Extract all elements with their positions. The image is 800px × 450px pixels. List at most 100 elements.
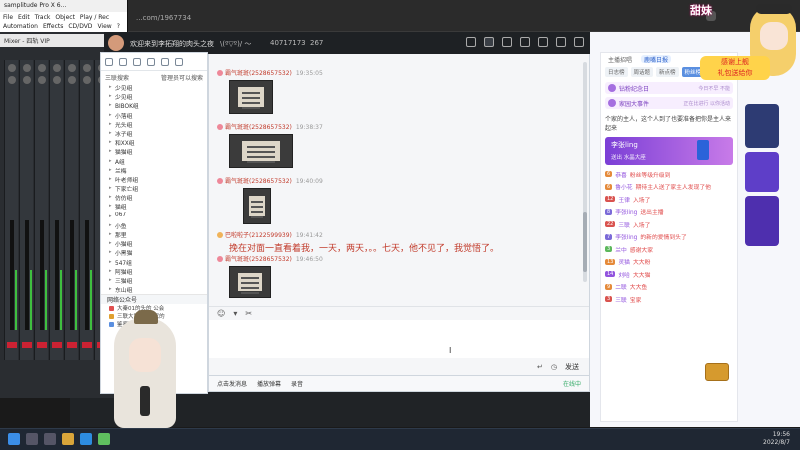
- knob-icon[interactable]: [52, 64, 61, 72]
- group-item[interactable]: A组: [101, 157, 207, 166]
- message-image[interactable]: [229, 80, 273, 114]
- promo-card[interactable]: [745, 196, 779, 246]
- knob-icon[interactable]: [22, 64, 31, 72]
- knob-icon[interactable]: [67, 64, 76, 72]
- record-button[interactable]: [82, 342, 92, 348]
- danmaku-row[interactable]: 6 恭喜 粉丝等级升级到: [601, 168, 737, 181]
- history-icon[interactable]: ◷: [551, 363, 557, 371]
- fader[interactable]: [70, 220, 74, 330]
- group-item[interactable]: 067: [101, 212, 207, 221]
- group-item[interactable]: 猫猫组: [101, 147, 207, 156]
- danmaku-row[interactable]: 7 李张ling 的新的爱情到头了: [601, 231, 737, 244]
- menu-file[interactable]: File: [3, 14, 13, 21]
- chat-icon[interactable]: [105, 57, 113, 66]
- promo-card[interactable]: [745, 104, 779, 148]
- user-avatar[interactable]: [217, 256, 223, 262]
- search-icon[interactable]: [147, 57, 155, 66]
- group-item[interactable]: 小猫组: [101, 239, 207, 248]
- danmaku-user[interactable]: 恭喜: [615, 170, 627, 179]
- tab-daily[interactable]: 鹿嘴日报: [641, 55, 672, 64]
- danmaku-user[interactable]: 三联: [618, 220, 630, 229]
- tab-new-rank[interactable]: 新点榜: [656, 67, 679, 77]
- danmaku-user[interactable]: 三联: [615, 295, 627, 304]
- settings-icon[interactable]: [161, 57, 169, 66]
- knob-icon[interactable]: [37, 76, 46, 84]
- enter-icon[interactable]: ↵: [537, 363, 543, 371]
- message-sender[interactable]: 霸气斑斑(2528657532): [225, 70, 292, 77]
- group-item[interactable]: 547组: [101, 258, 207, 267]
- knob-icon[interactable]: [82, 64, 91, 72]
- danmaku-row[interactable]: 13 灵猫 大大粉: [601, 256, 737, 269]
- menu-effects[interactable]: Effects: [43, 23, 63, 30]
- search-icon[interactable]: [26, 433, 38, 445]
- fader[interactable]: [55, 220, 59, 330]
- danmaku-user[interactable]: 二联: [615, 282, 627, 291]
- message-image[interactable]: [243, 188, 271, 224]
- edge-icon[interactable]: [80, 433, 92, 445]
- mixer-strip[interactable]: [49, 60, 63, 360]
- bottom-item-message[interactable]: 点击发消息: [217, 379, 247, 388]
- message-sender[interactable]: 巴啦啦子(2122599939): [225, 232, 292, 239]
- knob-icon[interactable]: [7, 76, 16, 84]
- group-item[interactable]: 三猫组: [101, 276, 207, 285]
- record-button[interactable]: [22, 342, 32, 348]
- gift-banner[interactable]: 李张ling 送出 水晶大座: [605, 137, 733, 165]
- message-sender[interactable]: 霸气斑斑(2528657532): [225, 256, 292, 263]
- bottom-item-danmaku[interactable]: 播放弹幕: [257, 379, 281, 388]
- mixer-strip[interactable]: [19, 60, 33, 360]
- more-icon[interactable]: [175, 57, 183, 66]
- tab-week-topic[interactable]: 周话题: [630, 67, 654, 77]
- fader[interactable]: [40, 220, 44, 330]
- mixer-strip[interactable]: [34, 60, 48, 360]
- knob-icon[interactable]: [37, 64, 46, 72]
- fader[interactable]: [10, 220, 14, 330]
- chevron-down-icon[interactable]: ▾: [233, 309, 237, 318]
- group-item[interactable]: 少见组: [101, 83, 207, 92]
- emoji-icon[interactable]: ☺: [217, 309, 225, 318]
- group-item[interactable]: 冰子组: [101, 129, 207, 138]
- tab-streamer[interactable]: 主播招唱: [605, 55, 635, 64]
- minimize-icon[interactable]: [538, 37, 548, 47]
- danmaku-row[interactable]: 14 刘哈 大大猫: [601, 268, 737, 281]
- danmaku-row[interactable]: 6 鲁小花 期待主人送了家主人发现了他: [601, 181, 737, 194]
- menu-automation[interactable]: Automation: [3, 23, 38, 30]
- group-item[interactable]: 仿仿组: [101, 193, 207, 202]
- promo-card[interactable]: [745, 152, 779, 192]
- chat-scrollbar[interactable]: [583, 62, 587, 282]
- tab-search[interactable]: 三联搜索: [105, 73, 129, 82]
- danmaku-row[interactable]: 12 王律 入场了: [601, 193, 737, 206]
- scroll-thumb[interactable]: [583, 212, 587, 272]
- group-item[interactable]: 小落组: [101, 111, 207, 120]
- tab-admin[interactable]: 管理员可以搜索: [161, 73, 203, 82]
- menu-object[interactable]: Object: [55, 14, 75, 21]
- menu-cd-dvd[interactable]: CD/DVD: [68, 23, 92, 30]
- menu-view[interactable]: View: [97, 23, 111, 30]
- message-sender[interactable]: 霸气斑斑(2528657532): [225, 178, 292, 185]
- group-item[interactable]: 那里: [101, 230, 207, 239]
- bottom-item-record[interactable]: 录音: [291, 379, 303, 388]
- knob-icon[interactable]: [67, 76, 76, 84]
- record-button[interactable]: [37, 342, 47, 348]
- danmaku-row[interactable]: 9 二联 大大鱼: [601, 281, 737, 294]
- knob-icon[interactable]: [52, 76, 61, 84]
- tab-day-rank[interactable]: 日志榜: [605, 67, 628, 77]
- danmaku-user[interactable]: 李张ling: [615, 232, 637, 241]
- contacts-icon[interactable]: [119, 57, 127, 66]
- danmaku-row[interactable]: 3 兰中 感谢大家: [601, 243, 737, 256]
- danmaku-user[interactable]: 灵猫: [618, 257, 630, 266]
- menu-help[interactable]: ?: [117, 23, 120, 30]
- system-clock[interactable]: 19:56 2022/8/7: [763, 431, 790, 447]
- knob-icon[interactable]: [22, 76, 31, 84]
- screen-icon[interactable]: [466, 37, 476, 47]
- group-item[interactable]: BIBOK组: [101, 101, 207, 110]
- danmaku-user[interactable]: 鲁小花: [615, 182, 632, 191]
- group-item[interactable]: 光头组: [101, 120, 207, 129]
- user-avatar[interactable]: [217, 232, 223, 238]
- group-item[interactable]: 阿猫组: [101, 267, 207, 276]
- danmaku-row[interactable]: 22 三联 入场了: [601, 218, 737, 231]
- gamepad-icon[interactable]: [502, 37, 512, 47]
- danmaku-user[interactable]: 李张ling: [615, 207, 637, 216]
- group-item[interactable]: 叶老师组: [101, 175, 207, 184]
- user-avatar[interactable]: [217, 178, 223, 184]
- explorer-icon[interactable]: [62, 433, 74, 445]
